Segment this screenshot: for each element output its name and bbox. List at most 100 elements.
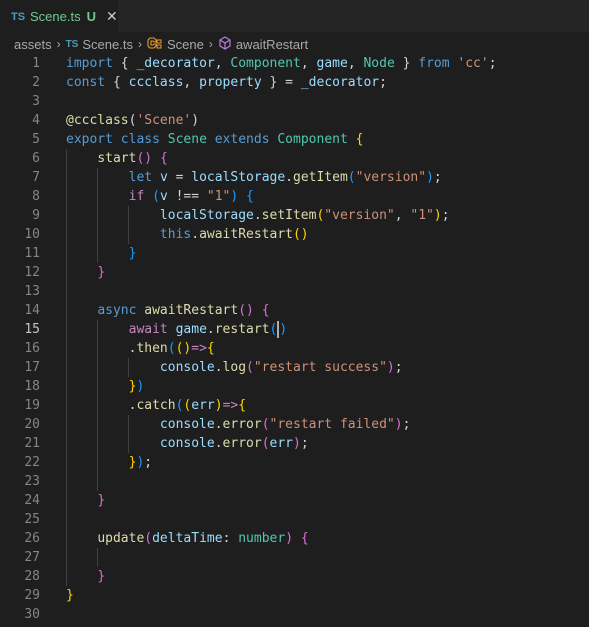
code-token: . [214, 360, 223, 375]
code-token: } [128, 246, 137, 261]
code-line[interactable]: 3 [0, 92, 589, 111]
indent-guide [97, 168, 99, 263]
code-token: const [66, 75, 106, 90]
code-line[interactable]: 23 [0, 472, 589, 491]
line-number: 12 [24, 265, 40, 280]
line-number: 2 [32, 75, 40, 90]
code-text: } [66, 244, 137, 263]
line-number: 11 [24, 246, 40, 261]
line-number: 3 [32, 94, 40, 109]
code-line[interactable]: 9 localStorage.setItem("version", "1"); [0, 206, 589, 225]
code-line[interactable]: 29} [0, 586, 589, 605]
code-line[interactable]: 4 @ccclass('Scene') [0, 111, 589, 130]
code-line[interactable]: 13 [0, 282, 589, 301]
code-token: ( [152, 189, 160, 204]
code-line[interactable]: 12 } [0, 263, 589, 282]
typescript-icon: TS [65, 38, 79, 50]
code-token: update [97, 531, 145, 546]
line-number: 25 [24, 512, 40, 527]
code-line[interactable]: 19 .catch((err)=>{ [0, 396, 589, 415]
code-line[interactable]: 14 async awaitRestart() { [0, 301, 589, 320]
code-line[interactable]: 2 const { ccclass, property } = _decorato… [0, 73, 589, 92]
line-number: 16 [24, 341, 40, 356]
code-token: export [66, 132, 113, 147]
line-number: 30 [24, 607, 40, 622]
code-token: await [128, 322, 168, 337]
code-token: . [206, 322, 215, 337]
code-line[interactable]: 16 .then(()=>{ [0, 339, 589, 358]
code-text: await game.restart() [66, 320, 287, 339]
code-token: ) [214, 398, 223, 413]
untracked-badge: U [86, 9, 96, 24]
breadcrumb-method[interactable]: awaitRestart [218, 35, 308, 53]
code-line[interactable]: 6 start() { [0, 149, 589, 168]
code-token: { [300, 531, 309, 546]
code-token: { [206, 341, 215, 356]
code-line[interactable]: 17 console.log("restart success"); [0, 358, 589, 377]
tab-scene-ts[interactable]: TS Scene.ts U ✕ [0, 0, 118, 32]
code-token: ( [144, 531, 153, 546]
code-token: ) [191, 113, 200, 128]
code-token: ; [144, 455, 153, 470]
code-token: ) [136, 379, 145, 394]
code-line[interactable]: 28 } [0, 567, 589, 586]
breadcrumb-class[interactable]: Scene [147, 36, 204, 53]
indent-guide [128, 415, 130, 453]
code-token: Component [277, 132, 348, 147]
code-token: ) [394, 417, 403, 432]
line-number: 28 [24, 569, 40, 584]
code-line[interactable]: 25 [0, 510, 589, 529]
code-line[interactable]: 22 }); [0, 453, 589, 472]
line-number: 18 [24, 379, 40, 394]
code-line[interactable]: 30 [0, 605, 589, 624]
code-editor[interactable]: 1 import { _decorator, Component, game, N… [0, 54, 589, 627]
line-number: 5 [32, 132, 40, 147]
code-token: property [199, 75, 262, 90]
code-line[interactable]: 27 [0, 548, 589, 567]
code-line[interactable]: 20 console.error("restart failed"); [0, 415, 589, 434]
code-line[interactable]: 21 console.error(err); [0, 434, 589, 453]
code-line[interactable]: 7 let v = localStorage.getItem("version"… [0, 168, 589, 187]
breadcrumb-file[interactable]: TS Scene.ts [66, 37, 133, 52]
code-line[interactable]: 18 }) [0, 377, 589, 396]
code-token: ( [261, 436, 270, 451]
code-token: !== [167, 189, 207, 204]
code-text: console.error(err); [66, 434, 309, 453]
code-token: restart [214, 322, 270, 337]
code-line[interactable]: 10 this.awaitRestart() [0, 225, 589, 244]
line-number: 27 [24, 550, 40, 565]
code-line[interactable]: 8 if (v !== "1") { [0, 187, 589, 206]
code-line[interactable]: 24 } [0, 491, 589, 510]
code-token: => [191, 341, 207, 356]
code-line[interactable]: 26 update(deltaTime: number) { [0, 529, 589, 548]
code-line[interactable]: 1 import { _decorator, Component, game, N… [0, 54, 589, 73]
line-number: 1 [32, 56, 40, 71]
line-number: 13 [24, 284, 40, 299]
code-text: console.log("restart success"); [66, 358, 403, 377]
class-icon [147, 36, 163, 53]
line-number: 4 [32, 113, 40, 128]
code-line[interactable]: 5 export class Scene extends Component { [0, 130, 589, 149]
code-token: ccclass [128, 75, 184, 90]
close-icon[interactable]: ✕ [106, 8, 118, 25]
code-token: error [222, 417, 262, 432]
code-token: Scene [167, 132, 207, 147]
code-token: _decorator [300, 75, 380, 90]
breadcrumb-folder[interactable]: assets [14, 37, 52, 52]
code-token: from [418, 56, 450, 71]
code-token: start [97, 151, 137, 166]
code-token: ; [300, 436, 309, 451]
code-line[interactable]: 15 await game.restart() [0, 320, 589, 339]
code-line[interactable]: 11 } [0, 244, 589, 263]
line-number: 20 [24, 417, 40, 432]
code-text: }) [66, 377, 145, 396]
code-token: console [159, 436, 215, 451]
line-number: 10 [24, 227, 40, 242]
